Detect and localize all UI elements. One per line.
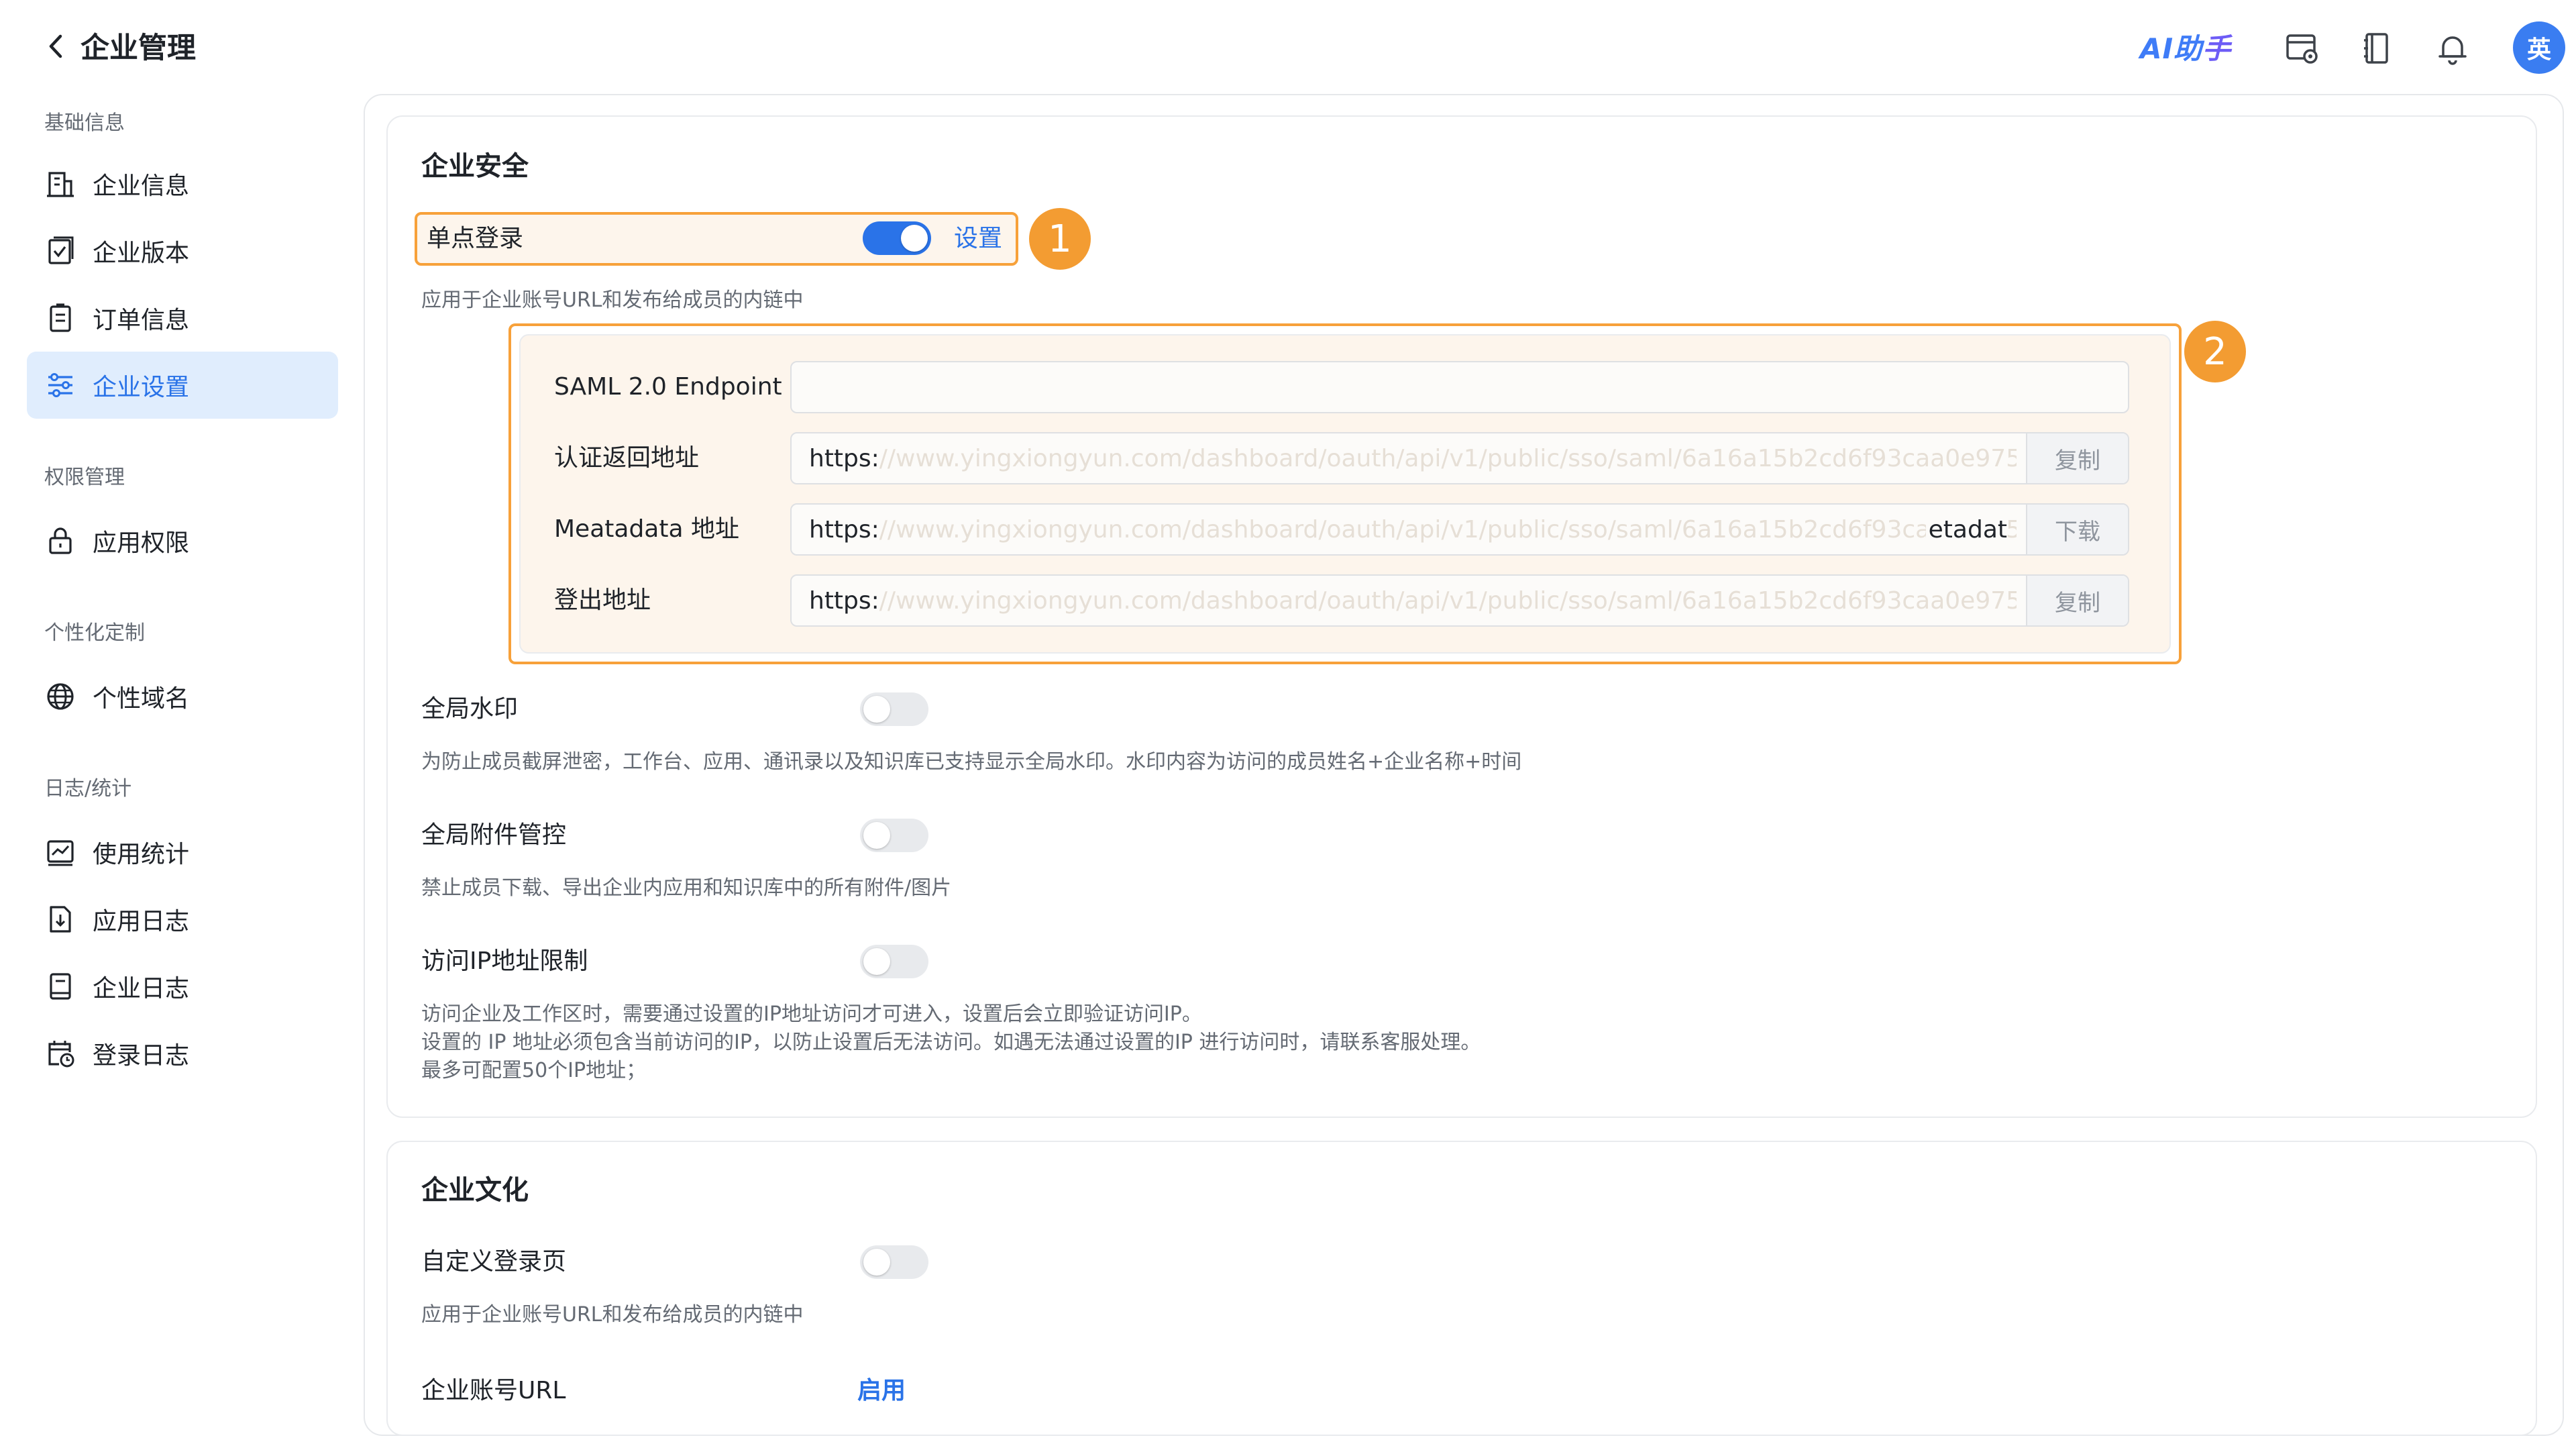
custom-login-label: 自定义登录页 (421, 1248, 567, 1276)
sso-toggle[interactable] (863, 221, 931, 255)
account-url-label: 企业账号URL (421, 1377, 566, 1404)
logout-url-label: 登出地址 (554, 586, 651, 614)
page-title: 企业管理 (80, 32, 196, 65)
metadata-url-label: Meatadata 地址 (554, 515, 739, 543)
sidebar-item-usage-stats[interactable]: 使用统计 (27, 819, 338, 886)
sidebar-item-label: 企业信息 (93, 172, 190, 200)
ip-limit-label: 访问IP地址限制 (421, 947, 588, 975)
sidebar-item-label: 企业设置 (93, 374, 190, 401)
custom-login-description: 应用于企业账号URL和发布给成员的内链中 (421, 1303, 804, 1327)
culture-card: 企业文化 自定义登录页 应用于企业账号URL和发布给成员的内链中 企业账号URL… (386, 1141, 2537, 1436)
watermark-toggle[interactable] (860, 692, 928, 726)
acs-url-label: 认证返回地址 (554, 444, 700, 472)
account-url-enable-link[interactable]: 启用 (857, 1374, 906, 1408)
ai-assistant-prefix: AI助 (2140, 32, 2203, 65)
sidebar-item-label: 使用统计 (93, 841, 190, 868)
sidebar-item-label: 订单信息 (93, 307, 190, 334)
attachment-control-toggle[interactable] (860, 819, 928, 852)
ai-assistant-suffix: 手 (2202, 32, 2232, 65)
attachment-control-label: 全局附件管控 (421, 821, 567, 849)
order-icon (50, 303, 71, 332)
bell-icon[interactable] (2434, 30, 2471, 67)
logout-url-input[interactable]: https://www.yingxiongyun.com/dashboard/o… (790, 574, 2129, 627)
sso-row: 单点登录 设置 (415, 212, 1018, 266)
sidebar-item-login-logs[interactable]: 登录日志 (27, 1020, 338, 1087)
sidebar-item-label: 企业日志 (93, 975, 190, 1002)
log-book-icon (50, 973, 71, 1000)
download-doc-icon (50, 906, 71, 933)
security-card: 企业安全 单点登录 设置 1 应用于企业账号URL和发布给成员的内链中 SAML… (386, 115, 2537, 1118)
sidebar-group-logs: 日志/统计 (44, 777, 132, 800)
workspace-icon[interactable] (2284, 30, 2321, 67)
watermark-label: 全局水印 (421, 695, 519, 723)
version-icon (48, 236, 74, 264)
sidebar-group-customization: 个性化定制 (44, 621, 145, 645)
saml-endpoint-label: SAML 2.0 Endpoint (554, 373, 782, 401)
sidebar-item-label: 应用日志 (93, 908, 190, 935)
ai-assistant-button[interactable]: AI助手 (2140, 30, 2231, 68)
culture-title: 企业文化 (421, 1175, 529, 1206)
sidebar-item-company-logs[interactable]: 企业日志 (27, 953, 338, 1020)
step-badge-1: 1 (1029, 208, 1091, 270)
ip-limit-description-1: 访问企业及工作区时，需要通过设置的IP地址访问才可进入，设置后会立即验证访问IP… (421, 1002, 1202, 1026)
sso-config-panel: SAML 2.0 Endpoint 认证返回地址 https://www.yin… (519, 334, 2171, 654)
acs-copy-button[interactable]: 复制 (2026, 433, 2128, 483)
step-badge-2: 2 (2184, 321, 2246, 382)
metadata-download-button[interactable]: 下载 (2026, 505, 2128, 554)
sidebar: 基础信息 企业信息 企业版本 订单信息 企业设置 权限管理 应用权限 个性化定制… (0, 94, 349, 1448)
custom-login-toggle[interactable] (860, 1245, 928, 1279)
sidebar-item-label: 应用权限 (93, 529, 190, 557)
sidebar-item-app-logs[interactable]: 应用日志 (27, 886, 338, 953)
sidebar-item-company-version[interactable]: 企业版本 (27, 217, 338, 285)
ip-limit-toggle[interactable] (860, 945, 928, 978)
attachment-control-description: 禁止成员下载、导出企业内应用和知识库中的所有附件/图片 (421, 876, 952, 900)
logout-copy-button[interactable]: 复制 (2026, 576, 2128, 625)
sso-config-highlight: SAML 2.0 Endpoint 认证返回地址 https://www.yin… (508, 323, 2182, 664)
sidebar-item-company-settings[interactable]: 企业设置 (27, 352, 338, 419)
sso-setting-link[interactable]: 设置 (954, 224, 1002, 254)
sidebar-item-app-permissions[interactable]: 应用权限 (27, 507, 338, 574)
building-icon (47, 172, 74, 197)
sidebar-item-label: 登录日志 (93, 1042, 190, 1070)
user-avatar[interactable]: 英 (2513, 21, 2565, 74)
metadata-url-input[interactable]: https://www.yingxiongyun.com/dashboard/o… (790, 503, 2129, 556)
security-title: 企业安全 (421, 151, 529, 182)
sso-label: 单点登录 (427, 225, 524, 252)
calendar-clock-icon (48, 1041, 74, 1068)
sidebar-group-permissions: 权限管理 (44, 466, 125, 489)
sidebar-item-label: 个性域名 (93, 685, 190, 713)
notebook-icon[interactable] (2359, 30, 2396, 67)
metadata-url-tail: etadat (1925, 515, 2007, 545)
top-bar: 企业管理 AI助手 英 (0, 0, 2576, 94)
back-arrow-icon[interactable] (42, 31, 72, 62)
sso-description: 应用于企业账号URL和发布给成员的内链中 (421, 289, 804, 312)
sidebar-item-custom-domain[interactable]: 个性域名 (27, 663, 338, 730)
sidebar-item-company-info[interactable]: 企业信息 (27, 150, 338, 217)
sidebar-group-basic: 基础信息 (44, 111, 125, 135)
chart-icon (47, 840, 74, 866)
acs-url-input[interactable]: https://www.yingxiongyun.com/dashboard/o… (790, 432, 2129, 484)
ip-limit-description-3: 最多可配置50个IP地址； (421, 1059, 647, 1082)
saml-endpoint-input[interactable] (790, 361, 2129, 413)
lock-icon (49, 527, 72, 554)
sidebar-item-order-info[interactable]: 订单信息 (27, 285, 338, 352)
sidebar-item-label: 企业版本 (93, 240, 190, 267)
watermark-description: 为防止成员截屏泄密，工作台、应用、通讯录以及知识库已支持显示全局水印。水印内容为… (421, 750, 1522, 774)
ip-limit-description-2: 设置的 IP 地址必须包含当前访问的IP，以防止设置后无法访问。如遇无法通过设置… (421, 1031, 1481, 1054)
globe-icon (47, 683, 74, 710)
settings-sliders-icon (48, 373, 72, 397)
logout-url-value: https://www.yingxiongyun.com/dashboard/o… (809, 587, 2017, 615)
acs-url-value: https://www.yingxiongyun.com/dashboard/o… (809, 445, 2017, 472)
metadata-url-value: https://www.yingxiongyun.com/dashboard/o… (809, 516, 2017, 544)
